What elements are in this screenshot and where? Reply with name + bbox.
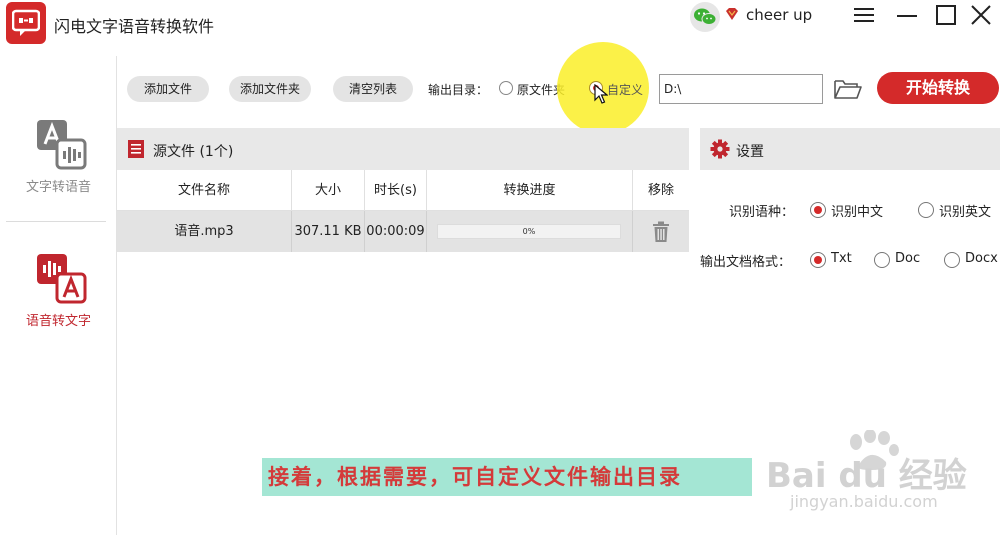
- radio-lang-chinese-label[interactable]: 识别中文: [831, 201, 883, 220]
- nav-speech-to-text[interactable]: 语音转文字: [0, 246, 117, 356]
- radio-format-doc[interactable]: [874, 252, 890, 268]
- nav-divider: [6, 221, 106, 222]
- language-label: 识别语种：: [729, 205, 795, 220]
- radio-custom-folder-label[interactable]: 自定义: [607, 81, 643, 98]
- tutorial-caption: 接着，根据需要，可自定义文件输出目录: [262, 458, 752, 496]
- file-progress-cell: 0%: [427, 211, 633, 252]
- toolbar: 添加文件 添加文件夹 清空列表 输出目录： 原文件夹 自定义 开始转换: [117, 42, 1000, 134]
- minimize-icon[interactable]: [894, 4, 920, 26]
- source-files-header: 源文件 (1个): [117, 128, 689, 170]
- radio-lang-english-label[interactable]: 识别英文: [939, 201, 991, 220]
- menu-icon[interactable]: [852, 4, 878, 26]
- watermark-brand: Bai du 经验: [766, 456, 967, 496]
- app-title: 闪电文字语音转换软件: [54, 17, 215, 36]
- output-path-input[interactable]: [659, 74, 823, 104]
- add-file-button[interactable]: 添加文件: [127, 76, 209, 102]
- column-header-progress: 转换进度: [427, 170, 633, 211]
- radio-original-folder[interactable]: [499, 81, 513, 95]
- vip-diamond-icon: [726, 8, 738, 20]
- app-logo-icon: [6, 2, 46, 44]
- file-duration-cell: 00:00:09: [365, 211, 427, 252]
- output-dir-label: 输出目录：: [428, 83, 489, 97]
- source-files-title: 源文件 (1个): [153, 144, 234, 160]
- radio-lang-english[interactable]: [918, 202, 934, 218]
- file-remove-cell: [633, 211, 689, 252]
- nav-label-stt: 语音转文字: [25, 314, 91, 329]
- speech-to-text-icon: [37, 254, 87, 304]
- wechat-icon[interactable]: [690, 2, 720, 32]
- table-row[interactable]: 语音.mp3 307.11 KB 00:00:09 0%: [117, 211, 689, 252]
- gear-icon: [710, 139, 730, 159]
- column-header-name: 文件名称: [117, 170, 292, 211]
- watermark-url: jingyan.baidu.com: [790, 492, 938, 511]
- file-size-cell: 307.11 KB: [292, 211, 365, 252]
- title-bar: 闪电文字语音转换软件 cheer up: [0, 0, 1000, 56]
- radio-lang-chinese[interactable]: [810, 202, 826, 218]
- table-header: 文件名称 大小 时长(s) 转换进度 移除: [117, 170, 689, 211]
- file-name-cell: 语音.mp3: [117, 211, 292, 252]
- maximize-icon[interactable]: [934, 4, 960, 26]
- progress-text: 0%: [522, 227, 536, 236]
- settings-title: 设置: [736, 144, 764, 160]
- radio-format-doc-label[interactable]: Doc: [895, 251, 920, 266]
- settings-header: 设置: [700, 128, 1000, 170]
- column-header-size: 大小: [292, 170, 365, 211]
- nav-label-tts: 文字转语音: [25, 180, 91, 195]
- text-to-speech-icon: [37, 120, 87, 170]
- baidu-jingyan-watermark: Bai du 经验 jingyan.baidu.com: [766, 430, 996, 520]
- column-header-duration: 时长(s): [365, 170, 427, 211]
- file-list-icon: [128, 140, 144, 158]
- clear-list-button[interactable]: 清空列表: [333, 76, 413, 102]
- output-format-label: 输出文档格式：: [700, 255, 792, 270]
- radio-format-docx-label[interactable]: Docx: [965, 251, 1000, 266]
- username[interactable]: cheer up: [746, 6, 812, 24]
- start-convert-button[interactable]: 开始转换: [877, 72, 999, 104]
- trash-icon[interactable]: [652, 221, 670, 243]
- radio-format-txt[interactable]: [810, 252, 826, 268]
- radio-format-txt-label[interactable]: Txt: [831, 251, 852, 266]
- left-nav: 文字转语音 语音转文字: [0, 56, 117, 535]
- open-folder-icon[interactable]: [833, 77, 863, 101]
- mouse-cursor-icon: [594, 84, 608, 104]
- nav-text-to-speech[interactable]: 文字转语音: [0, 112, 117, 222]
- add-folder-button[interactable]: 添加文件夹: [229, 76, 311, 102]
- column-header-remove: 移除: [647, 183, 674, 198]
- radio-format-docx[interactable]: [944, 252, 960, 268]
- close-icon[interactable]: [968, 4, 994, 26]
- progress-bar: 0%: [437, 224, 621, 239]
